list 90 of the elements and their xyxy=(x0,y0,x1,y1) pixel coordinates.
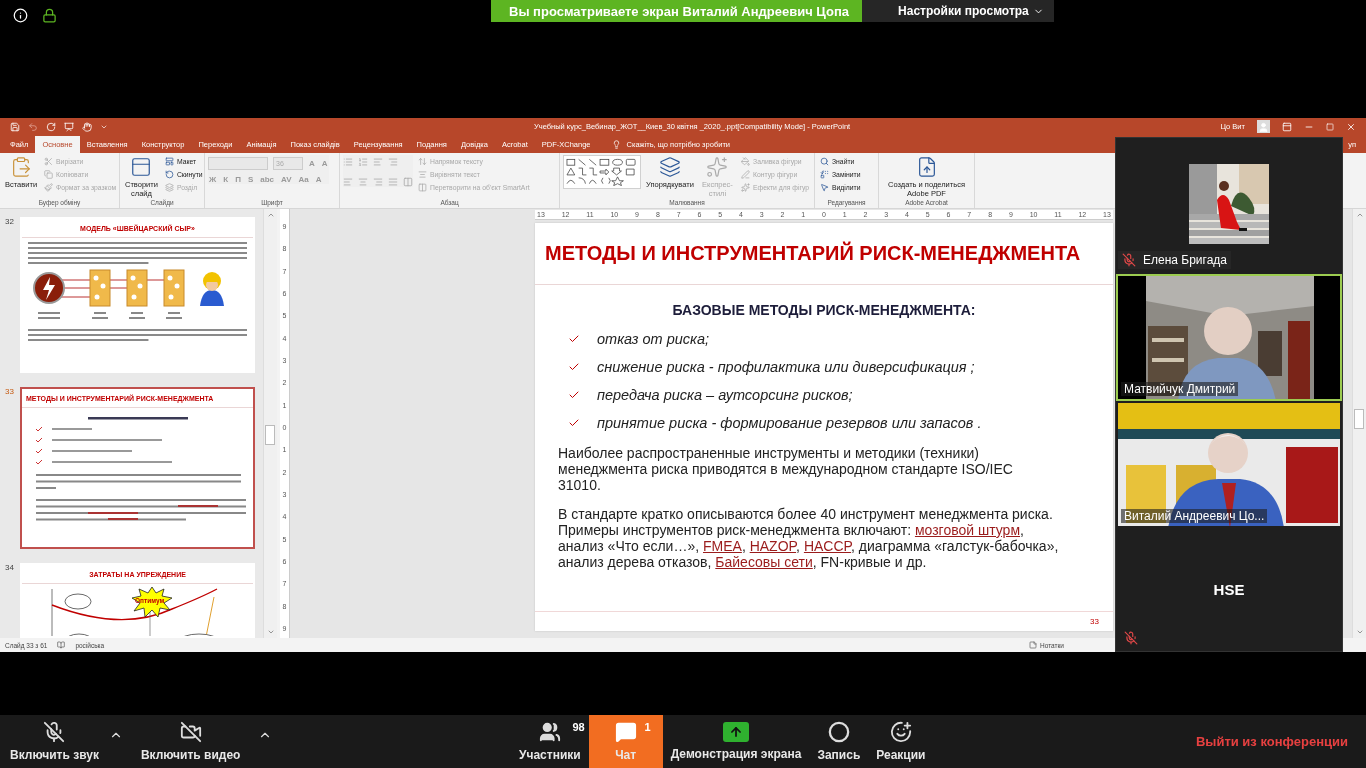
share-button[interactable]: Демонстрация экрана xyxy=(662,715,810,768)
slide-number: 33 xyxy=(4,387,15,396)
video-tile[interactable]: Виталий Андреевич Цо... xyxy=(1116,401,1342,528)
muted-mic-icon xyxy=(43,721,66,743)
ribbon-options-icon[interactable] xyxy=(1282,121,1292,132)
callout-bubble xyxy=(64,593,92,610)
check-icon xyxy=(568,333,580,345)
reactions-button[interactable]: Реакции xyxy=(868,715,934,768)
link[interactable]: FMEA xyxy=(703,538,742,554)
camera-off-icon xyxy=(179,721,202,743)
layers-icon xyxy=(658,156,681,178)
slide-icon xyxy=(130,156,153,178)
maximize-icon[interactable] xyxy=(1326,122,1334,131)
scroll-down-icon[interactable] xyxy=(266,628,275,636)
pointer-icon xyxy=(820,183,829,192)
search-icon xyxy=(820,157,829,166)
bullet-text: снижение риска - профилактика или диверсификация ; xyxy=(597,359,975,375)
participant-name: Елена Бригада xyxy=(1143,253,1228,267)
scrollbar[interactable] xyxy=(1352,209,1366,638)
pen-icon xyxy=(741,170,751,179)
starburst-shape xyxy=(132,587,172,617)
slide-title: МЕТОДЫ И ИНСТРУМЕНТАРИЙ РИСК-МЕНЕДЖМЕНТА xyxy=(535,223,1113,285)
sparkle-icon xyxy=(741,183,751,192)
bullet-text: принятие риска - формирование резервов или запасов . xyxy=(597,415,982,431)
touch-icon[interactable] xyxy=(82,121,92,132)
participant-name: Виталий Андреевич Цо... xyxy=(1121,509,1268,523)
columns-icon xyxy=(418,183,427,192)
redo-icon[interactable] xyxy=(46,121,56,132)
record-button[interactable]: Запись xyxy=(809,715,869,768)
shapes-icon xyxy=(566,158,638,186)
link[interactable]: Байесовы сети xyxy=(715,554,813,570)
chat-button[interactable]: Чат 1 xyxy=(588,715,663,768)
avatar-icon[interactable] xyxy=(1257,120,1270,133)
bucket-icon xyxy=(741,157,751,166)
notes-icon xyxy=(1029,641,1037,649)
scroll-down-icon[interactable] xyxy=(1355,628,1364,636)
audio-button[interactable]: Включить звук xyxy=(8,715,101,768)
record-icon xyxy=(827,721,850,743)
slide-subtitle: БАЗОВЫЕ МЕТОДЫ РИСК-МЕНЕДЖМЕНТА: xyxy=(671,301,977,319)
arrows-icon xyxy=(418,157,427,166)
paragraph: В стандарте кратко описываются более 40 инструмент менеджмента риска. Примеры инструментов риск-менеджмента включают: мозговой штурм, анализ «Что если…», FMEA, HAZOP, HACCP, диаграмма «галстук-бабочка», анализ дерева отказов, Байесовы сети, FN-кривые и др. xyxy=(558,506,1060,570)
reset-icon xyxy=(164,170,174,179)
video-button[interactable]: Включить видео xyxy=(130,715,251,768)
smile-icon xyxy=(889,721,912,743)
scissors-icon xyxy=(44,157,54,166)
chat-icon xyxy=(614,721,637,743)
scroll-up-icon[interactable] xyxy=(266,211,275,219)
copy-icon xyxy=(44,170,54,179)
people-icon xyxy=(538,721,561,743)
sharing-banner: Вы просматриваете экран Виталий Андреевич Цопа xyxy=(491,0,863,22)
video-tile[interactable]: Матвийчук Дмитрий xyxy=(1116,274,1342,401)
share-screen-icon xyxy=(723,722,750,742)
info-icon[interactable] xyxy=(13,7,28,23)
shapes-gallery[interactable] xyxy=(563,155,641,189)
count-label: 1 xyxy=(644,721,651,733)
replace-icon xyxy=(820,170,829,179)
scroll-up-icon[interactable] xyxy=(1355,211,1364,219)
link[interactable]: HACCP xyxy=(803,538,852,554)
check-icon xyxy=(568,389,580,401)
paragraph: Наиболее распространенные инструменты и методики (техники) менеджмента риска приводятся в международном стандарте ISO/IEC 31010. xyxy=(558,445,1014,493)
leave-button[interactable]: Выйти из конференции xyxy=(1189,733,1354,750)
view-options-button[interactable]: Настройки просмотра xyxy=(862,0,1054,22)
scrollbar[interactable] xyxy=(263,209,277,638)
paste-icon xyxy=(10,156,33,178)
participant-name: Матвийчук Дмитрий xyxy=(1121,382,1239,396)
participant-name: HSE xyxy=(1213,581,1245,598)
slide-number: 34 xyxy=(4,563,15,572)
lock-icon[interactable] xyxy=(42,7,57,23)
close-icon[interactable] xyxy=(1346,121,1356,132)
scroll-thumb[interactable] xyxy=(1354,409,1364,429)
bullet-text: передача риска – аутсорсинг рисков; xyxy=(597,387,853,403)
sparkle-icon xyxy=(706,156,729,178)
slide-number: 32 xyxy=(4,217,15,226)
save-icon[interactable] xyxy=(10,121,20,132)
check-icon xyxy=(568,417,580,429)
link[interactable]: HAZOP xyxy=(749,538,797,554)
scroll-thumb[interactable] xyxy=(265,425,275,445)
count-label: 98 xyxy=(572,721,585,733)
undo-icon[interactable] xyxy=(28,121,38,132)
bullet-text: отказ от риска; xyxy=(597,331,709,347)
page-number: 33 xyxy=(1090,617,1099,626)
participants-button[interactable]: Участники 98 xyxy=(511,715,589,768)
brush-icon xyxy=(44,183,54,192)
spellcheck-icon[interactable] xyxy=(57,641,66,649)
presentation-icon[interactable] xyxy=(64,121,74,132)
lightbulb-icon xyxy=(611,140,621,149)
align-icon xyxy=(418,170,427,179)
layers-icon xyxy=(164,183,174,192)
layout-icon xyxy=(164,157,174,166)
check-icon xyxy=(568,361,580,373)
